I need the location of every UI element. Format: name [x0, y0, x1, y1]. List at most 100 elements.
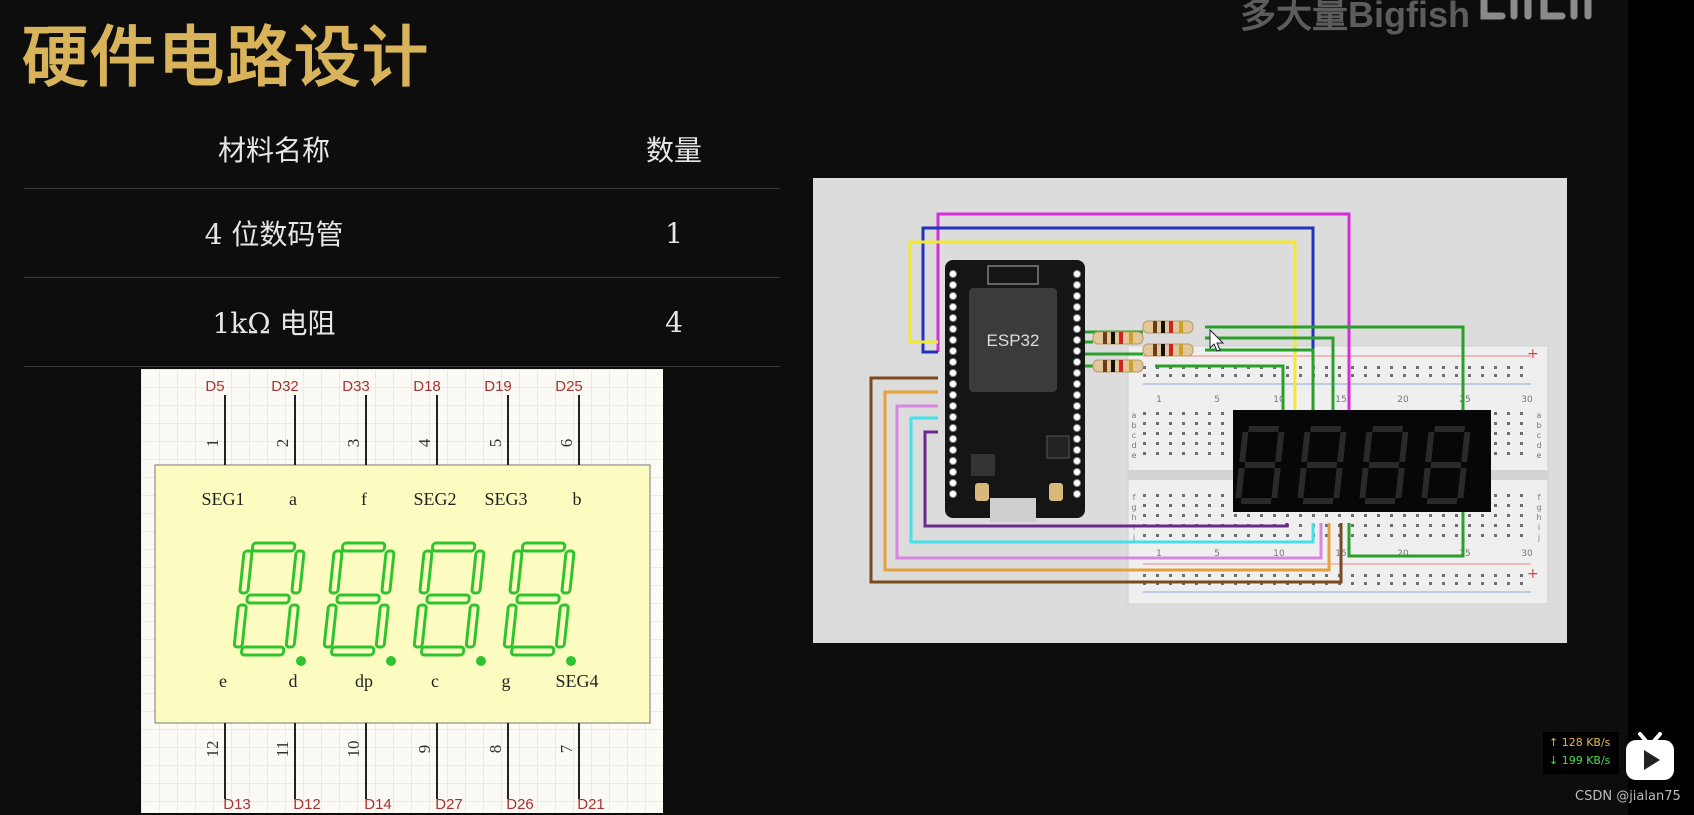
breadboard-hole	[1494, 524, 1497, 527]
breadboard-hole	[1221, 514, 1224, 517]
breadboard-hole	[1182, 422, 1185, 425]
breadboard-hole	[1494, 366, 1497, 369]
table-row: 4 位数码管 1	[24, 189, 780, 278]
breadboard-hole	[1299, 514, 1302, 517]
header-pin	[949, 303, 957, 311]
header-pin	[1073, 446, 1081, 454]
breadboard-hole	[1156, 442, 1159, 445]
bottom-pin-label: SEG4	[555, 671, 598, 691]
breadboard-hole	[1416, 534, 1419, 537]
top-gpio-label: D18	[413, 378, 441, 395]
breadboard-hole	[1143, 374, 1146, 377]
breadboard-hole	[1234, 374, 1237, 377]
resistor-band	[1169, 344, 1173, 356]
breadboard-hole	[1286, 366, 1289, 369]
breadboard-hole	[1351, 514, 1354, 517]
breadboard-hole	[1169, 494, 1172, 497]
bottom-pin-number: 12	[203, 741, 222, 758]
breadboard-hole	[1286, 374, 1289, 377]
resistor-body	[1092, 331, 1144, 345]
bottom-pin-label: g	[502, 671, 511, 691]
resistor-band	[1169, 321, 1173, 333]
breadboard-hole	[1351, 534, 1354, 537]
breadboard-row-letter: j	[1537, 533, 1540, 542]
breadboard-hole	[1429, 374, 1432, 377]
breadboard-hole	[1520, 366, 1523, 369]
resistor-icon	[1092, 359, 1144, 373]
breadboard-hole	[1494, 574, 1497, 577]
breadboard-hole	[1364, 534, 1367, 537]
breadboard-hole	[1520, 452, 1523, 455]
breadboard-hole	[1221, 412, 1224, 415]
breadboard-hole	[1377, 366, 1380, 369]
breadboard-hole	[1299, 524, 1302, 527]
resistor-band	[1129, 332, 1133, 344]
breadboard-hole	[1169, 374, 1172, 377]
segment	[1364, 498, 1396, 504]
breadboard-hole	[1494, 534, 1497, 537]
breadboard-hole	[1169, 412, 1172, 415]
breadboard-hole	[1494, 582, 1497, 585]
breadboard-hole	[1156, 432, 1159, 435]
breadboard-column-number: 1	[1156, 395, 1162, 405]
breadboard-hole	[1390, 366, 1393, 369]
breadboard-hole	[1351, 574, 1354, 577]
breadboard-hole	[1455, 574, 1458, 577]
bilibili-tv-play-icon[interactable]	[1622, 728, 1678, 784]
breadboard-hole	[1169, 432, 1172, 435]
breadboard-row-letter: c	[1537, 431, 1541, 440]
header-pin	[1073, 281, 1081, 289]
breadboard-hole	[1156, 494, 1159, 497]
breadboard-hole	[1338, 366, 1341, 369]
breadboard-hole	[1156, 452, 1159, 455]
breadboard-hole	[1182, 374, 1185, 377]
breadboard-hole	[1442, 574, 1445, 577]
breadboard-hole	[1299, 534, 1302, 537]
header-pin	[1073, 380, 1081, 388]
breadboard-hole	[1377, 574, 1380, 577]
header-material-name: 材料名称	[217, 134, 330, 167]
header-pin	[949, 435, 957, 443]
resistor-band	[1153, 321, 1157, 333]
breadboard-hole	[1468, 514, 1471, 517]
decimal-point	[386, 656, 396, 666]
breadboard-hole	[1416, 582, 1419, 585]
breadboard-hole	[1247, 574, 1250, 577]
breadboard-row-letter: f	[1538, 493, 1541, 502]
breadboard-hole	[1403, 374, 1406, 377]
breadboard-hole	[1143, 412, 1146, 415]
breadboard-hole	[1390, 514, 1393, 517]
breadboard-hole	[1481, 574, 1484, 577]
breadboard-hole	[1429, 574, 1432, 577]
header-pin	[1073, 303, 1081, 311]
breadboard-hole	[1455, 514, 1458, 517]
breadboard-hole	[1455, 524, 1458, 527]
breadboard-hole	[1507, 582, 1510, 585]
breadboard-hole	[1260, 514, 1263, 517]
breadboard-hole	[1377, 514, 1380, 517]
breadboard-row-letter: a	[1132, 411, 1137, 420]
breadboard-hole	[1273, 514, 1276, 517]
breadboard-hole	[1481, 366, 1484, 369]
breadboard-hole	[1247, 514, 1250, 517]
header-pin	[949, 314, 957, 322]
breadboard-hole	[1182, 432, 1185, 435]
breadboard-hole	[1143, 504, 1146, 507]
breadboard-hole	[1208, 452, 1211, 455]
breadboard-hole	[1221, 504, 1224, 507]
breadboard-hole	[1429, 366, 1432, 369]
breadboard-hole	[1403, 514, 1406, 517]
top-gpio-label: D25	[555, 378, 583, 395]
top-gpio-label: D32	[271, 378, 299, 395]
breadboard-hole	[1143, 422, 1146, 425]
breadboard-hole	[1507, 534, 1510, 537]
breadboard-row-letter: i	[1538, 523, 1540, 532]
breadboard-hole	[1273, 534, 1276, 537]
header-pin	[949, 490, 957, 498]
breadboard-hole	[1520, 412, 1523, 415]
breadboard-hole	[1247, 534, 1250, 537]
breadboard-hole	[1416, 514, 1419, 517]
breadboard-hole	[1494, 442, 1497, 445]
breadboard-hole	[1208, 442, 1211, 445]
breadboard-hole	[1351, 524, 1354, 527]
